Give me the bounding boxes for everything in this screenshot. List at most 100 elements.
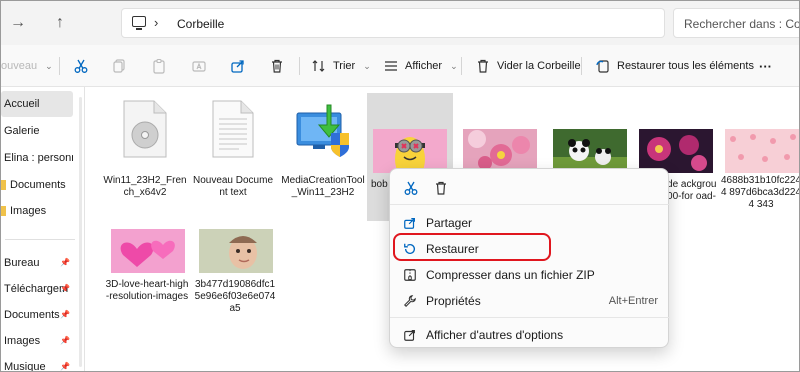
view-icon — [383, 58, 399, 74]
pin-icon[interactable]: 📌 — [60, 362, 70, 371]
copy-icon — [111, 58, 127, 74]
sidebar-item-musique[interactable]: Musique 📌 — [1, 354, 73, 372]
search-placeholder: Rechercher dans : Corbeille — [684, 17, 800, 31]
sort-button[interactable]: Trier ⌄ — [311, 45, 371, 87]
sort-icon — [311, 58, 327, 74]
pin-icon[interactable]: 📌 — [60, 284, 70, 293]
sidebar-item-label: Galerie — [4, 125, 40, 137]
trash-icon — [269, 58, 285, 74]
new-label: ouveau — [1, 60, 38, 72]
chevron-down-icon: ⌄ — [450, 60, 458, 71]
share-button[interactable] — [230, 45, 246, 87]
file-name: 4688b31b10fc2244 897d6bca3d2244 343 — [720, 175, 800, 210]
navigation-pane: Accueil Galerie Elina : personne Documen… — [1, 87, 85, 372]
sidebar-item-onedrive[interactable]: Elina : personne — [1, 145, 73, 171]
sidebar-item-label: Musique — [4, 361, 46, 372]
share-icon — [230, 58, 246, 74]
menu-item-label: Partager — [426, 216, 473, 230]
sidebar-item-label: Documents — [10, 179, 66, 191]
pin-icon[interactable]: 📌 — [60, 336, 70, 345]
search-input[interactable]: Rechercher dans : Corbeille — [673, 8, 800, 38]
folder-icon — [1, 206, 6, 216]
menu-item-properties[interactable]: Propriétés Alt+Entrer — [392, 289, 668, 313]
sidebar-item-documents-cloud[interactable]: Documents — [1, 172, 73, 198]
more-label: ··· — [759, 58, 772, 74]
arrow-right-icon[interactable]: → — [7, 12, 29, 34]
clipboard-icon — [151, 58, 167, 74]
file-item[interactable]: 3D-love-heart-high-resolution-images — [105, 223, 189, 351]
chevron-down-icon: ⌄ — [363, 60, 371, 71]
address-path[interactable]: Corbeille — [177, 17, 224, 31]
restore-all-label: Restaurer tous les éléments — [617, 60, 754, 72]
address-row: → ↑ › Corbeille Rechercher dans : Corbei… — [1, 1, 800, 45]
scissors-icon[interactable] — [400, 177, 422, 199]
pin-icon[interactable]: 📌 — [60, 258, 70, 267]
more-button[interactable]: ··· — [759, 45, 772, 87]
sidebar-item-bureau[interactable]: Bureau 📌 — [1, 250, 73, 276]
zip-icon — [402, 267, 418, 283]
file-item[interactable]: Win11_23H2_French_x64v2 — [103, 93, 187, 221]
sidebar-item-images-cloud[interactable]: Images — [1, 198, 73, 224]
this-pc-icon — [132, 16, 146, 30]
media-creation-tool-icon — [293, 99, 353, 159]
share-icon — [402, 215, 418, 231]
more-options-icon — [402, 327, 418, 343]
sidebar-item-images[interactable]: Images 📌 — [1, 328, 73, 354]
file-name: MediaCreationTool_Win11_23H2 — [281, 175, 365, 198]
restore-all-button[interactable]: Restaurer tous les éléments — [595, 45, 754, 87]
arrow-up-icon[interactable]: ↑ — [49, 12, 71, 34]
minion-photo — [373, 129, 447, 181]
sidebar-item-label: Images — [10, 205, 47, 217]
sidebar-item-telechargements[interactable]: Téléchargem 📌 — [1, 276, 73, 302]
sidebar-divider — [5, 239, 75, 240]
trash-icon[interactable] — [430, 177, 452, 199]
sort-label: Trier — [333, 60, 356, 72]
baby-photo — [199, 229, 273, 273]
paste-button[interactable] — [151, 45, 167, 87]
sidebar-item-label: Elina : personne — [4, 152, 73, 164]
pin-icon[interactable]: 📌 — [60, 310, 70, 319]
address-bar[interactable]: › Corbeille — [121, 8, 665, 38]
trash-icon — [475, 58, 491, 74]
disc-image-icon — [115, 99, 175, 159]
sidebar-item-galerie[interactable]: Galerie — [1, 118, 73, 144]
file-name: Nouveau Document text — [192, 175, 274, 198]
file-item[interactable]: MediaCreationTool_Win11_23H2 — [281, 93, 365, 221]
chevron-right-icon[interactable]: › — [154, 15, 158, 30]
file-item[interactable]: 4688b31b10fc2244 897d6bca3d2244 343 — [719, 93, 800, 221]
file-item[interactable]: 3b477d19086dfc15e96e6f03e6e074a5 — [193, 223, 277, 351]
file-name: 3b477d19086dfc15e96e6f03e6e074a5 — [194, 279, 276, 314]
sidebar-item-label: Téléchargem — [4, 283, 69, 295]
sidebar-item-label: Images — [4, 335, 41, 347]
chevron-down-icon: ⌄ — [45, 60, 53, 71]
menu-item-share[interactable]: Partager — [392, 211, 668, 235]
sidebar-item-documents[interactable]: Documents 📌 — [1, 302, 73, 328]
sidebar-scrollbar[interactable] — [79, 97, 82, 367]
file-item[interactable]: Nouveau Document text — [191, 93, 275, 221]
copy-button[interactable] — [111, 45, 127, 87]
new-button[interactable]: ouveau ⌄ — [1, 45, 53, 87]
toolbar-divider — [59, 57, 60, 75]
menu-item-compress-zip[interactable]: Compresser dans un fichier ZIP — [392, 263, 668, 287]
cut-button[interactable] — [73, 45, 89, 87]
menu-item-more-options[interactable]: Afficher d'autres d'options — [392, 323, 668, 347]
view-label: Afficher — [405, 60, 443, 72]
sidebar-item-label: Bureau — [4, 257, 40, 269]
restore-all-icon — [595, 58, 611, 74]
restore-highlight-annotation — [393, 233, 551, 261]
sidebar-item-accueil[interactable]: Accueil — [1, 91, 73, 117]
menu-item-shortcut: Alt+Entrer — [608, 295, 658, 307]
scissors-icon — [73, 58, 89, 74]
command-bar: ouveau ⌄ Trier ⌄ Afficher ⌄ Vider la Cor… — [1, 45, 799, 87]
empty-recycle-bin-button[interactable]: Vider la Corbeille — [475, 45, 581, 87]
menu-divider — [390, 317, 670, 318]
view-button[interactable]: Afficher ⌄ — [383, 45, 458, 87]
panda-photo — [553, 129, 627, 173]
toolbar-divider — [299, 57, 300, 75]
menu-item-label: Propriétés — [426, 294, 481, 308]
pink-flowers-photo — [463, 129, 537, 173]
rename-button[interactable] — [191, 45, 207, 87]
delete-button[interactable] — [269, 45, 285, 87]
file-name: Win11_23H2_French_x64v2 — [103, 175, 187, 198]
menu-item-label: Afficher d'autres d'options — [426, 328, 564, 342]
